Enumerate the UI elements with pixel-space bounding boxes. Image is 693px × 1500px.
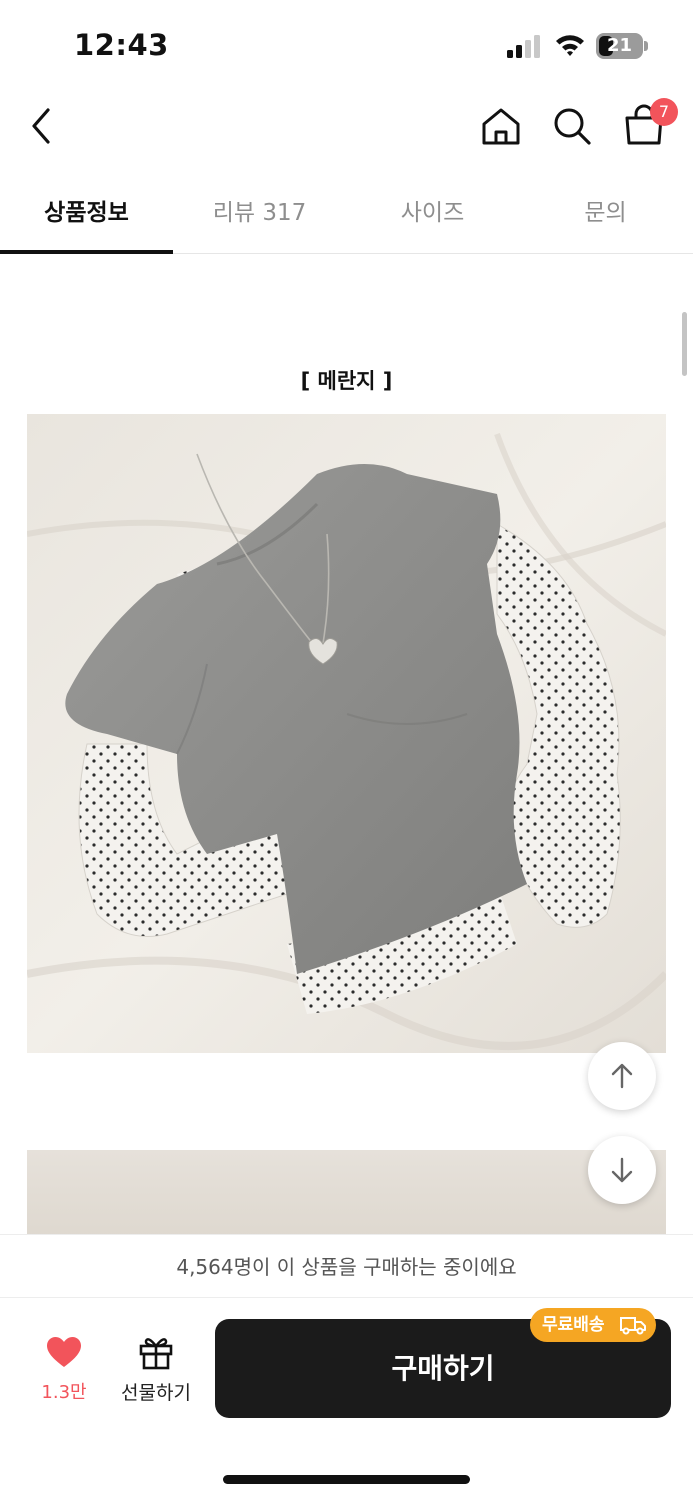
scrollbar-thumb[interactable] <box>682 312 687 376</box>
product-photo-next <box>27 1150 666 1235</box>
scroll-to-bottom-button[interactable] <box>588 1136 656 1204</box>
gift-button[interactable]: 선물하기 <box>112 1334 200 1406</box>
battery-level: 21 <box>606 35 633 56</box>
like-count: 1.3만 <box>41 1382 87 1403</box>
truck-icon <box>620 1317 646 1335</box>
status-time: 12:43 <box>74 28 169 62</box>
back-arrow-icon[interactable] <box>26 106 56 146</box>
battery-icon: 21 <box>596 33 648 59</box>
active-tab-indicator <box>0 250 173 254</box>
tab-reviews[interactable]: 리뷰 317 <box>173 178 346 254</box>
scroll-to-top-button[interactable] <box>588 1042 656 1110</box>
home-icon[interactable] <box>480 106 522 146</box>
arrow-down-icon <box>611 1157 633 1183</box>
tab-inquiry[interactable]: 문의 <box>519 178 692 254</box>
product-photo <box>27 414 666 1053</box>
status-bar: 12:43 21 <box>0 0 693 90</box>
product-tabs: 상품정보 리뷰 317 사이즈 문의 <box>0 178 693 254</box>
search-icon[interactable] <box>551 106 593 146</box>
like-button[interactable]: 1.3만 <box>22 1336 106 1406</box>
purchasing-now-banner: 4,564명이 이 상품을 구매하는 중이에요 <box>0 1234 693 1298</box>
heart-icon <box>47 1337 81 1367</box>
product-color-heading: [ 메란지 ] <box>300 369 393 393</box>
arrow-up-icon <box>611 1063 633 1089</box>
free-shipping-badge: 무료배송 <box>530 1308 656 1342</box>
cellular-signal-icon <box>507 35 540 58</box>
bottom-action-bar: 1.3만 선물하기 구매하기 무료배송 <box>0 1298 693 1500</box>
gift-label: 선물하기 <box>121 1382 191 1404</box>
home-indicator[interactable] <box>223 1475 470 1484</box>
top-navigation <box>0 90 693 170</box>
free-shipping-label: 무료배송 <box>542 1315 605 1335</box>
tab-size[interactable]: 사이즈 <box>346 178 519 254</box>
wifi-icon <box>556 35 584 56</box>
product-detail-content[interactable]: [ 메란지 ] <box>0 255 693 1235</box>
cart-count-badge: 7 <box>650 98 678 126</box>
gift-icon <box>139 1338 173 1370</box>
tab-product-info[interactable]: 상품정보 <box>0 178 173 254</box>
